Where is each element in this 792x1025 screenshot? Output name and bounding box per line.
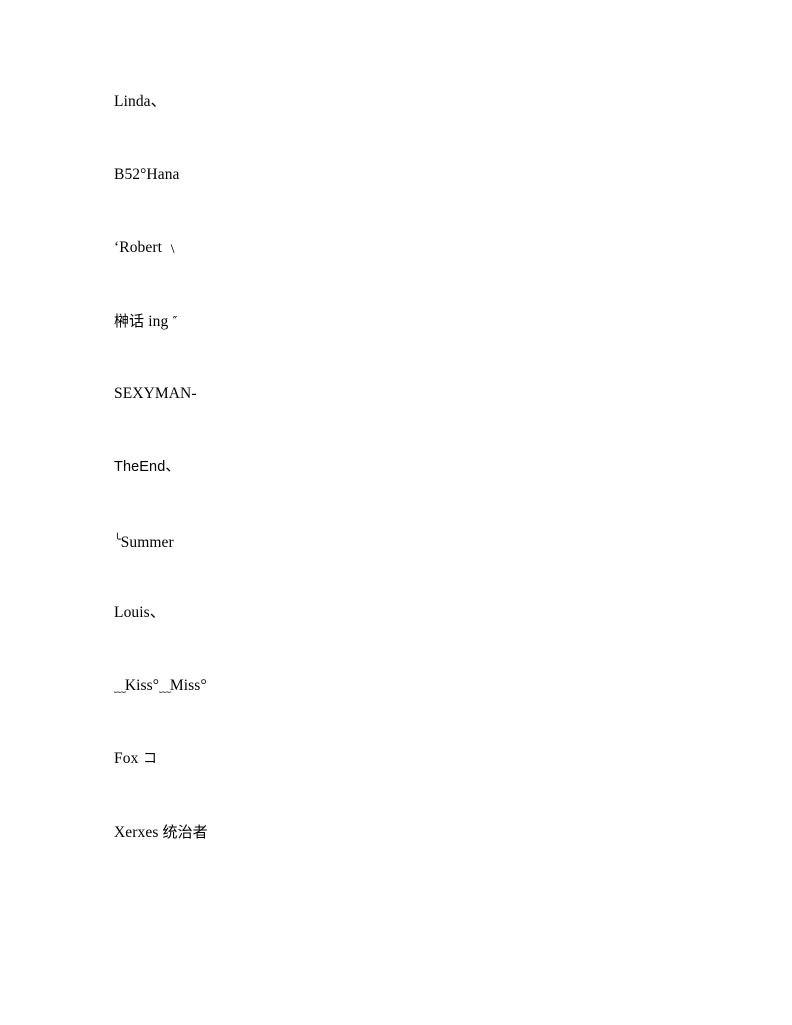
nickname-text-miss: Miss° <box>169 677 207 694</box>
trailing-stroke-mark: ﹨ <box>166 241 180 256</box>
bracket-glyph-icon: コ <box>142 751 158 767</box>
list-item-theend: TheEnd、 <box>114 459 180 475</box>
wavy-lowline-icon-second: ﹏ <box>159 680 171 695</box>
list-item-sexyman: SEXYMAN- <box>114 385 197 402</box>
wavy-lowline-icon-first: ﹏ <box>114 680 126 695</box>
nickname-text-summer: Summer <box>120 534 174 552</box>
list-item-linda: Linda、 <box>114 93 167 110</box>
list-item-louis: Louis、 <box>114 604 166 621</box>
suffix-text-ing: ing <box>148 313 169 330</box>
nickname-text-fox: Fox <box>114 750 139 767</box>
list-item-robert: ‘Robert ﹨ <box>114 238 714 258</box>
cjk-text-shenhua: 榊话 <box>114 312 145 330</box>
document-page: Linda、 B52°Hana ‘Robert ﹨ 榊话 ing ″ SEXYM… <box>0 0 792 1025</box>
list-item-summer: ╰Summer <box>114 530 714 552</box>
nickname-text-robert: Robert <box>119 239 163 256</box>
list-item-kiss-miss: ﹏Kiss°﹏Miss° <box>114 676 714 696</box>
nickname-text-xerxes: Xerxes <box>114 824 159 841</box>
list-item-xerxes: Xerxes 统治者 <box>114 822 714 842</box>
corner-hook-icon: ╰ <box>114 533 121 546</box>
nickname-list: Linda、 B52°Hana ‘Robert ﹨ 榊话 ing ″ SEXYM… <box>114 92 714 842</box>
double-prime-glyph: ″ <box>172 315 178 330</box>
list-item-cjk-ing: 榊话 ing ″ <box>114 311 714 331</box>
list-item-fox: Fox コ <box>114 749 714 769</box>
cjk-text-tongzhizhe: 统治者 <box>162 823 208 841</box>
nickname-text-kiss: Kiss° <box>124 677 160 694</box>
list-item-b52hana: B52°Hana <box>114 166 180 183</box>
